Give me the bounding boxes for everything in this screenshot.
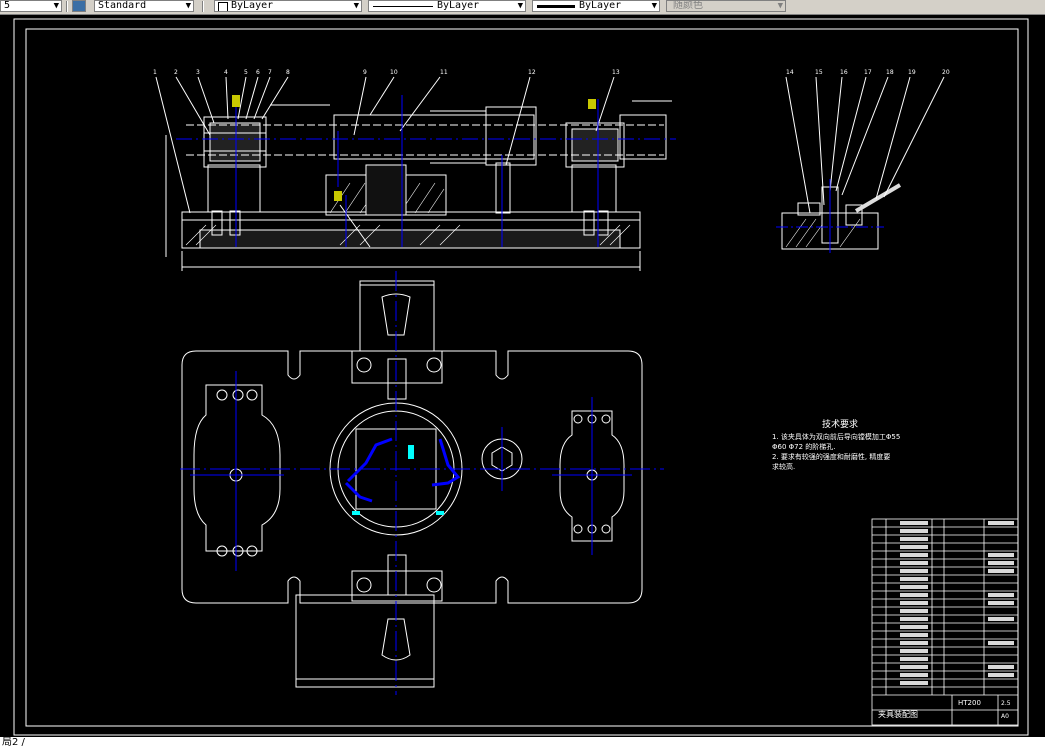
color-control[interactable]: ByLayer ▼ [214, 0, 362, 12]
plotstyle-control[interactable]: 随颜色 ▼ [666, 0, 786, 12]
color-control-value: ByLayer [231, 0, 274, 11]
plotstyle-control-value: 随颜色 [673, 0, 703, 11]
svg-text:12: 12 [528, 69, 536, 76]
plan-view [181, 280, 643, 688]
svg-text:3: 3 [196, 69, 200, 76]
tech-line-4: 求较高. [772, 462, 795, 471]
svg-text:17: 17 [864, 69, 872, 76]
linetype-control[interactable]: ByLayer ▼ [368, 0, 526, 12]
svg-text:13: 13 [612, 69, 620, 76]
svg-text:16: 16 [840, 69, 848, 76]
technical-requirements: 技术要求 1. 该夹具体为双向前后导向镗模加工Φ55 Φ60 Φ72 的阶梯孔.… [772, 418, 900, 471]
svg-text:1: 1 [153, 69, 157, 76]
sheet-outer-border [13, 18, 1029, 736]
text-style-dropdown[interactable]: Standard ▼ [94, 0, 194, 12]
tech-line-2: Φ60 Φ72 的阶梯孔. [772, 442, 836, 451]
left-support [207, 164, 261, 213]
plan-centerlines [180, 271, 664, 695]
chevron-down-icon: ▼ [777, 1, 783, 11]
tech-title: 技术要求 [822, 418, 858, 430]
tech-line-1: 1. 该夹具体为双向前后导向镗模加工Φ55 [772, 432, 900, 441]
toolbar-separator [66, 1, 68, 12]
front-balloons: 123 456 789 10 11 12 13 [153, 69, 620, 76]
svg-text:18: 18 [886, 69, 894, 76]
svg-text:14: 14 [786, 69, 794, 76]
lineweight-control-value: ByLayer [579, 0, 622, 11]
chevron-down-icon: ▼ [651, 1, 657, 11]
svg-text:9: 9 [363, 69, 367, 76]
toolbar-separator [202, 1, 204, 12]
drawing-title: 夹具装配图 [878, 709, 918, 719]
svg-text:11: 11 [440, 69, 448, 76]
sheet-inner-border [25, 28, 1019, 727]
layer-dropdown[interactable]: 5 ▼ [0, 0, 62, 12]
svg-text:8: 8 [286, 69, 290, 76]
workpiece [333, 114, 535, 160]
text-style-icon[interactable] [72, 0, 86, 12]
color-swatch-icon [218, 2, 228, 11]
lineweight-preview-icon [537, 5, 575, 8]
linetype-control-value: ByLayer [437, 0, 480, 11]
svg-text:10: 10 [390, 69, 398, 76]
svg-text:20: 20 [942, 69, 950, 76]
plan-base-outline [181, 350, 643, 604]
linetype-preview-icon [373, 6, 433, 7]
svg-text:19: 19 [908, 69, 916, 76]
properties-toolbar: 5 ▼ Standard ▼ ByLayer ▼ ByLayer ▼ ByLay… [0, 0, 1045, 15]
command-line[interactable]: 局2 / [0, 737, 1045, 749]
svg-text:7: 7 [268, 69, 272, 76]
parts-list-rows [872, 526, 1018, 688]
title-block-scale: 2.5 [1001, 700, 1011, 707]
chevron-down-icon: ▼ [185, 1, 191, 11]
side-view [781, 76, 945, 250]
chevron-down-icon: ▼ [53, 1, 59, 11]
title-block [871, 518, 1019, 726]
svg-text:5: 5 [244, 69, 248, 76]
svg-text:4: 4 [224, 69, 228, 76]
svg-text:6: 6 [256, 69, 260, 76]
left-locator [193, 384, 281, 552]
title-block-text: 夹具装配图 HT200 2.5 A0 [878, 699, 1011, 720]
chevron-down-icon: ▼ [517, 1, 523, 11]
cad-drawing: 123 456 789 10 11 12 13 14 15 16 17 18 19 20 [13, 18, 1029, 736]
tech-line-3: 2. 要求有较强的强度和耐磨性, 精度要 [772, 452, 890, 461]
front-centerlines [176, 95, 676, 247]
command-line-text: 局2 / [2, 737, 25, 748]
svg-text:2: 2 [174, 69, 178, 76]
side-balloons: 14 15 16 17 18 19 20 [786, 69, 950, 76]
text-style-value: Standard [98, 0, 147, 11]
layer-dropdown-value: 5 [4, 0, 11, 11]
clamp-mechanism [344, 437, 461, 503]
svg-text:15: 15 [815, 69, 823, 76]
drawing-canvas[interactable]: 123 456 789 10 11 12 13 14 15 16 17 18 19 20 [0, 15, 1045, 737]
lineweight-control[interactable]: ByLayer ▼ [532, 0, 660, 12]
support-column [495, 162, 511, 214]
title-block-material: HT200 [958, 699, 981, 707]
title-block-sheet: A0 [1001, 713, 1009, 720]
chevron-down-icon: ▼ [353, 1, 359, 11]
right-support [571, 164, 617, 213]
